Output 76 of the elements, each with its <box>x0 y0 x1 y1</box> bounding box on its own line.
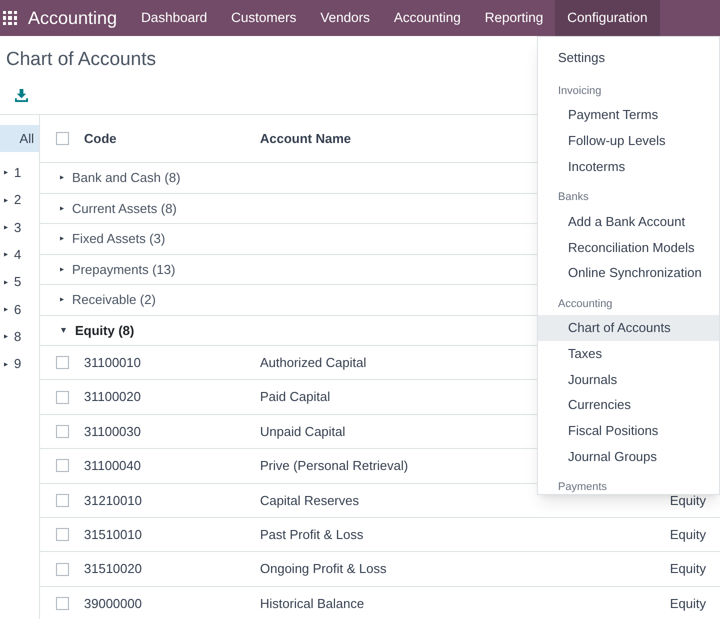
select-all-checkbox[interactable] <box>56 132 69 145</box>
menu-section-header: Payments <box>557 480 608 494</box>
menu-item[interactable]: Journals <box>538 366 719 392</box>
app-title[interactable]: Accounting <box>28 4 118 32</box>
menu-item[interactable]: Follow-up Levels <box>538 128 719 154</box>
sidebar-item[interactable]: 4 <box>0 241 39 268</box>
account-name-cell-text: Paid Capital <box>260 388 332 406</box>
caret-icon <box>4 251 8 258</box>
menu-tab[interactable]: Reporting <box>472 0 556 36</box>
type-cell-text: Equity <box>670 594 706 613</box>
code-cell-text: 31210010 <box>84 492 143 510</box>
account-name-cell-text: Capital Reserves <box>260 492 360 510</box>
type-cell-text: Equity <box>670 526 706 544</box>
caret-icon <box>4 306 8 313</box>
sidebar-item[interactable]: 6 <box>0 296 39 324</box>
account-name-cell-text: Authorized Capital <box>260 354 368 372</box>
code-cell-text: 31100030 <box>84 422 142 441</box>
sidebar-item[interactable]: 8 <box>0 323 39 350</box>
type-cell-text: Equity <box>670 560 706 578</box>
caret-icon <box>4 360 8 368</box>
caret-icon <box>4 169 8 176</box>
caret-icon <box>4 196 8 204</box>
caret-icon <box>4 224 8 232</box>
row-checkbox[interactable] <box>56 459 69 472</box>
code-cell-text: 31100040 <box>84 457 142 476</box>
menu-item[interactable]: Currencies <box>538 392 719 418</box>
sidebar-item[interactable]: All <box>0 125 39 152</box>
caret-icon <box>60 328 67 333</box>
row-checkbox[interactable] <box>56 528 69 542</box>
menu-tab[interactable]: Customers <box>219 0 308 36</box>
account-name-cell-text: Unpaid Capital <box>260 422 346 441</box>
row-checkbox[interactable] <box>56 356 69 370</box>
caret-icon <box>60 174 64 182</box>
code-cell-text: 31510020 <box>84 560 143 578</box>
page-title: Chart of Accounts <box>6 48 156 72</box>
account-name-cell-text: Past Profit & Loss <box>260 526 364 544</box>
menu-section-header: Invoicing <box>557 84 602 99</box>
row-checkbox[interactable] <box>56 494 69 507</box>
caret-icon <box>4 333 8 340</box>
account-name-cell-text: Historical Balance <box>260 594 366 613</box>
download-icon[interactable] <box>15 88 28 102</box>
code-cell-text: 31100010 <box>84 354 142 372</box>
caret-icon <box>60 235 64 242</box>
menu-tab[interactable]: Configuration <box>555 0 660 36</box>
caret-icon <box>60 296 64 304</box>
row-checkbox[interactable] <box>56 390 69 404</box>
menu-item[interactable]: Journal Groups <box>538 444 719 470</box>
caret-icon <box>60 266 64 273</box>
row-checkbox[interactable] <box>56 424 69 438</box>
sidebar-item[interactable]: 2 <box>0 186 39 214</box>
row-checkbox[interactable] <box>56 596 69 610</box>
menu-item[interactable]: Settings <box>538 45 719 71</box>
sidebar-item[interactable]: 5 <box>0 268 39 296</box>
menu-item[interactable]: Fiscal Positions <box>538 418 719 444</box>
account-name-cell-text: Ongoing Profit & Loss <box>260 560 388 578</box>
menu-item[interactable]: Online Synchronization <box>538 260 719 286</box>
code-cell-text: 39000000 <box>84 594 143 613</box>
menu-item[interactable]: Chart of Accounts <box>538 315 719 341</box>
sidebar-item[interactable]: 1 <box>0 159 39 187</box>
account-name-cell-text: Prive (Personal Retrieval) <box>260 457 410 476</box>
menu-tab[interactable]: Accounting <box>382 0 473 36</box>
column-header[interactable]: Account Name <box>260 128 352 148</box>
type-cell-text: Equity <box>670 492 706 510</box>
caret-icon <box>4 278 8 286</box>
sidebar-item[interactable]: 3 <box>0 214 39 242</box>
sidebar-item[interactable]: 9 <box>0 350 39 378</box>
code-cell-text: 31510010 <box>84 526 143 544</box>
column-header[interactable]: Code <box>84 128 260 148</box>
caret-icon <box>60 204 64 212</box>
row-checkbox[interactable] <box>56 562 69 576</box>
apps-menu-icon[interactable] <box>3 11 17 25</box>
menu-tab[interactable]: Vendors <box>308 0 382 36</box>
code-cell-text: 31100020 <box>84 388 142 406</box>
menu-tab[interactable]: Dashboard <box>129 0 220 36</box>
menu-section-header: Accounting <box>557 296 614 312</box>
menu-item[interactable]: Payment Terms <box>538 102 719 128</box>
